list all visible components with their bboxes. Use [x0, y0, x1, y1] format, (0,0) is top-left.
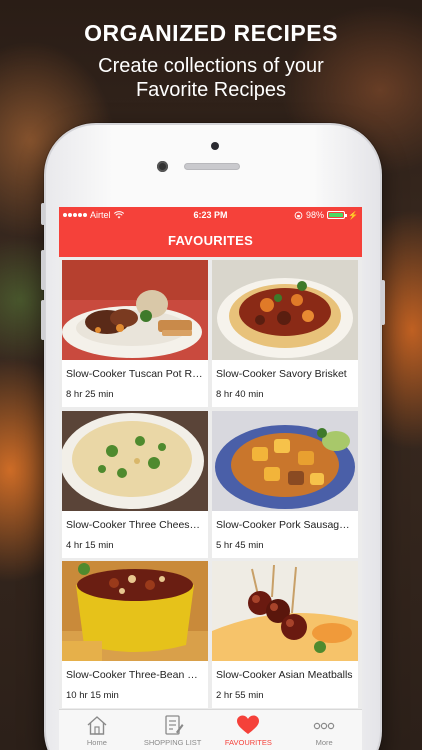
tab-more[interactable]: More: [286, 710, 362, 750]
recipe-image: [62, 410, 208, 511]
power-button: [381, 280, 385, 325]
tab-favourites-label: FAVOURITES: [224, 738, 272, 747]
tab-home[interactable]: Home: [59, 710, 135, 750]
nav-title: FAVOURITES: [59, 223, 362, 257]
mute-switch: [41, 203, 45, 225]
tab-favourites[interactable]: FAVOURITES: [211, 710, 287, 750]
recipe-time: 8 hr 25 min: [66, 389, 114, 400]
recipe-card[interactable]: Slow-Cooker Pork Sausage Stew 5 hr 45 mi…: [212, 410, 358, 558]
status-bar: Airtel 6:23 PM 98% ⚡: [59, 207, 362, 223]
tab-home-label: Home: [86, 738, 107, 747]
recipe-time: 8 hr 40 min: [216, 389, 264, 400]
recipe-card[interactable]: Slow-Cooker Tuscan Pot Roast 8 hr 25 min: [62, 260, 208, 407]
home-icon: [87, 716, 107, 735]
recipe-image: [212, 260, 358, 360]
recipe-title: Slow-Cooker Tuscan Pot Roast: [66, 368, 208, 380]
recipe-image: [62, 561, 208, 662]
recipe-card[interactable]: Slow-Cooker Three-Bean Chili 10 hr 15 mi…: [62, 561, 208, 709]
recipe-card[interactable]: Slow-Cooker Savory Brisket 8 hr 40 min: [212, 260, 358, 407]
recipe-time: 2 hr 55 min: [216, 690, 264, 702]
earpiece-speaker: [184, 163, 240, 170]
battery-icon: [327, 211, 348, 219]
volume-up-button: [41, 250, 45, 290]
recipe-title: Slow-Cooker Savory Brisket: [216, 368, 347, 380]
recipe-title: Slow-Cooker Three Cheese Soup: [66, 518, 208, 531]
recipe-time: 10 hr 15 min: [66, 690, 119, 702]
status-time: 6:23 PM: [193, 210, 228, 220]
app-screen: Airtel 6:23 PM 98% ⚡ FAVOURITES Slow-Coo…: [59, 207, 362, 750]
recipe-card[interactable]: Slow-Cooker Three Cheese Soup 4 hr 15 mi…: [62, 410, 208, 558]
recipe-image: [212, 561, 358, 662]
recipe-time: 4 hr 15 min: [66, 539, 114, 551]
tab-more-label: More: [315, 738, 333, 747]
recipe-grid: Slow-Cooker Tuscan Pot Roast 8 hr 25 min: [59, 257, 362, 709]
more-icon: [313, 722, 335, 730]
front-camera-icon: [157, 161, 168, 172]
tab-shopping-list[interactable]: SHOPPING LIST: [135, 710, 211, 750]
volume-down-button: [41, 300, 45, 340]
heart-icon: [237, 715, 260, 734]
tab-shopping-list-label: SHOPPING LIST: [143, 738, 202, 747]
shopping-list-icon: [164, 715, 184, 735]
recipe-title: Slow-Cooker Pork Sausage Stew: [216, 518, 358, 531]
promo-title: ORGANIZED RECIPES: [84, 20, 338, 46]
recipe-card[interactable]: Slow-Cooker Asian Meatballs 2 hr 55 min: [212, 561, 358, 709]
recipe-title: Slow-Cooker Asian Meatballs: [216, 669, 353, 682]
recipe-image: [62, 260, 208, 360]
recipe-title: Slow-Cooker Three-Bean Chili: [66, 669, 208, 682]
proximity-sensor: [211, 142, 219, 150]
promo-subtitle: Create collections of your Favorite Reci…: [98, 55, 324, 101]
tab-bar: Home SHOPPING LIST FAVOURITES More: [59, 709, 362, 750]
recipe-image: [212, 410, 358, 511]
recipe-time: 5 hr 45 min: [216, 539, 264, 551]
